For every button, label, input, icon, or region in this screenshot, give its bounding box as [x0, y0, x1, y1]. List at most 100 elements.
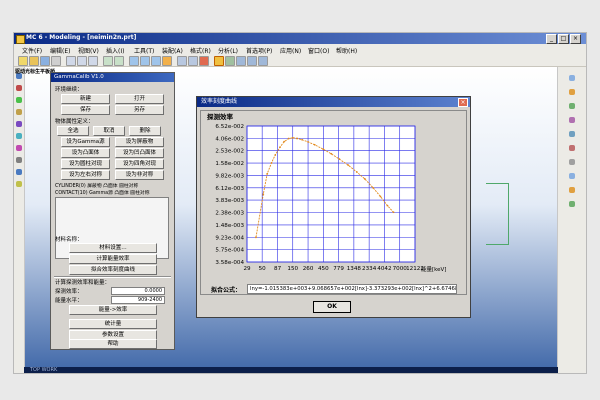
y-tick-label: 2.38e-003 — [215, 211, 244, 217]
efficiency-field[interactable]: 0.0000 — [111, 287, 165, 295]
boolean-icon[interactable] — [569, 131, 575, 137]
snap-icon[interactable] — [236, 56, 246, 66]
x-tick-label: 260 — [303, 266, 314, 272]
y-tick-label: 4.06e-002 — [215, 136, 244, 142]
set-convex-button[interactable]: 设为凸面体 — [61, 148, 110, 158]
material-settings-button[interactable]: 材料设置… — [69, 243, 157, 253]
x-tick-label: 779 — [333, 266, 344, 272]
y-tick-label: 5.75e-004 — [215, 248, 244, 254]
paste-icon[interactable] — [88, 56, 98, 66]
data-point — [279, 146, 281, 149]
pattern-icon[interactable] — [569, 187, 575, 193]
props-row-1[interactable]: CYLINDER(0) 屏蔽物 凸面体 圆柱对称 — [55, 182, 138, 189]
filter-icon[interactable] — [225, 56, 235, 66]
rotate-icon[interactable] — [129, 56, 139, 66]
new-file-icon[interactable] — [18, 56, 28, 66]
redo-icon[interactable] — [114, 56, 124, 66]
y-tick-label: 1.58e-002 — [215, 161, 244, 167]
analysis-nav-icon[interactable] — [16, 169, 22, 175]
copy-icon[interactable] — [77, 56, 87, 66]
y-tick-label: 6.12e-003 — [215, 186, 244, 192]
chamfer-icon[interactable] — [569, 159, 575, 165]
save-icon[interactable] — [40, 56, 50, 66]
render-icon[interactable] — [258, 56, 268, 66]
set-asymmetric-button[interactable]: 设为非对称 — [115, 170, 164, 180]
data-point — [307, 140, 309, 143]
mirror-icon[interactable] — [569, 201, 575, 207]
pan-icon[interactable] — [140, 56, 150, 66]
save-button[interactable]: 保存 — [61, 105, 110, 115]
select-all-button[interactable]: 全选 — [57, 126, 89, 136]
delete-button[interactable]: 删除 — [129, 126, 161, 136]
statistics-button[interactable]: 统计量 — [69, 319, 157, 329]
right-toolbar — [557, 67, 586, 373]
efficiency-curve-dialog: 效率刻度曲线 × 探测效率 能量[keV] 3.58e-004 5.75e-004… — [196, 96, 471, 318]
revolve-icon[interactable] — [569, 103, 575, 109]
fit-curve-button[interactable]: 拟合效率刻度曲线 — [69, 265, 157, 275]
system-materials-icon[interactable] — [16, 145, 22, 151]
props-row-2[interactable]: CONTACT(10) Gamma源 凸面体 圆柱对称 — [55, 189, 150, 196]
undo-icon[interactable] — [103, 56, 113, 66]
window-close-button[interactable]: × — [570, 34, 581, 44]
open-button[interactable]: 打开 — [115, 94, 164, 104]
assembly-nav-icon[interactable] — [16, 85, 22, 91]
set-cylinder-button[interactable]: 设为圆柱对现 — [61, 159, 110, 169]
y-axis-label: 探测效率 — [207, 112, 234, 121]
y-tick-label: 9.82e-003 — [215, 173, 244, 179]
fit-formula-label: 拟合公式： — [211, 287, 242, 294]
minimize-button[interactable]: _ — [546, 34, 557, 44]
dialog-close-button[interactable]: × — [458, 98, 468, 107]
resource-bar — [14, 67, 25, 373]
zoom-icon[interactable] — [151, 56, 161, 66]
data-point — [392, 211, 395, 214]
sketch-icon[interactable] — [569, 75, 575, 81]
new-button[interactable]: 新建 — [61, 94, 110, 104]
web-browser-icon[interactable] — [16, 121, 22, 127]
select-icon[interactable] — [214, 56, 224, 66]
data-point — [372, 187, 375, 189]
palette-icon[interactable] — [16, 157, 22, 163]
layer-icon[interactable] — [199, 56, 209, 66]
blend-icon[interactable] — [569, 145, 575, 151]
cut-icon[interactable] — [66, 56, 76, 66]
roles-icon[interactable] — [16, 133, 22, 139]
process-studio-icon[interactable] — [16, 181, 22, 187]
save-as-button[interactable]: 另存 — [115, 105, 164, 115]
cancel-selection-button[interactable]: 取消 — [93, 126, 125, 136]
set-concave-convex-button[interactable]: 设为凹凸面体 — [115, 148, 164, 158]
extrude-icon[interactable] — [569, 89, 575, 95]
set-lr-symmetric-button[interactable]: 设为左右对称 — [61, 170, 110, 180]
maximize-button[interactable]: □ — [558, 34, 569, 44]
application-screen: MC 6 - Modeling - [neimin2n.prt] _ □ × 文… — [14, 33, 586, 373]
set-quad-button[interactable]: 设为四角对现 — [115, 159, 164, 169]
set-gamma-source-button[interactable]: 设为Gamma源 — [61, 137, 110, 147]
x-tick-label: 87 — [274, 266, 282, 272]
x-tick-label: 450 — [318, 266, 329, 272]
plot-area — [246, 125, 416, 263]
wireframe-icon[interactable] — [188, 56, 198, 66]
fit-view-icon[interactable] — [162, 56, 172, 66]
shell-icon[interactable] — [569, 173, 575, 179]
title-bar: MC 6 - Modeling - [neimin2n.prt] _ □ × — [14, 33, 586, 44]
fit-formula-field[interactable]: lny=-1.015383e+003+9.068657e+002[lnx]-3.… — [247, 284, 457, 294]
view-orient-icon[interactable] — [247, 56, 257, 66]
data-point — [330, 152, 333, 155]
data-point — [386, 204, 389, 207]
ok-button[interactable]: OK — [313, 301, 351, 313]
reuse-library-icon[interactable] — [16, 109, 22, 115]
hole-icon[interactable] — [569, 117, 575, 123]
energy-field[interactable]: 909-2400 — [111, 296, 165, 304]
set-shield-button[interactable]: 设为屏蔽物 — [115, 137, 164, 147]
help-button[interactable]: 帮助 — [69, 339, 157, 349]
x-tick-label: 1348 — [347, 266, 362, 272]
energy-to-efficiency-button[interactable]: 能量->效率 — [69, 305, 157, 315]
history-icon[interactable] — [16, 97, 22, 103]
shading-icon[interactable] — [177, 56, 187, 66]
calc-efficiency-button[interactable]: 计算能量效率 — [69, 254, 157, 264]
measure-label: 计算探测效率和能量： — [55, 280, 111, 286]
print-icon[interactable] — [51, 56, 61, 66]
x-tick-label: 150 — [287, 266, 298, 272]
model-outline — [486, 183, 509, 245]
open-folder-icon[interactable] — [29, 56, 39, 66]
x-tick-label: 50 — [259, 266, 267, 272]
